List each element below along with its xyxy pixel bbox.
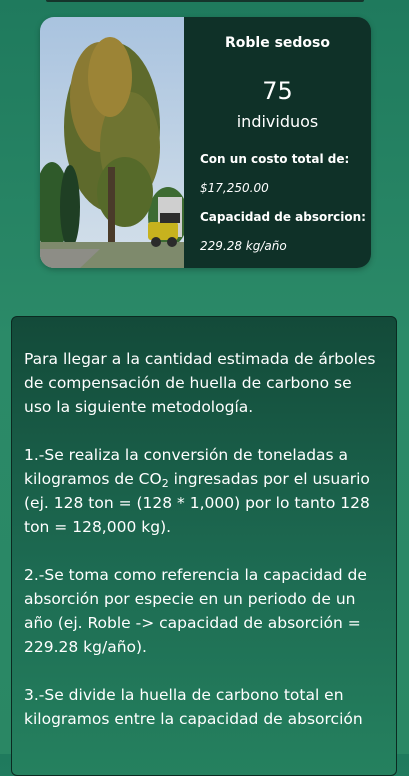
species-name: Roble sedoso: [224, 35, 330, 51]
methodology-step-2: 2.-Se toma como referencia la capacidad …: [24, 566, 367, 656]
tree-count-unit: individuos: [236, 112, 319, 131]
methodology-step-3: 3.-Se divide la huella de carbono total …: [24, 686, 363, 728]
cost-label: Con un costo total de:: [200, 152, 350, 166]
tree-count: 75: [262, 77, 293, 105]
tree-photo: [40, 17, 184, 268]
methodology-intro: Para llegar a la cantidad estimada de ár…: [24, 350, 376, 416]
absorption-label: Capacidad de absorcion:: [200, 210, 366, 224]
methodology-step-1: 1.-Se realiza la conversión de toneladas…: [24, 443, 382, 539]
cost-value: $17,250.00: [200, 181, 269, 195]
methodology-panel: Para llegar a la cantidad estimada de ár…: [11, 316, 397, 776]
previous-card-edge: [46, 0, 364, 2]
co2-subscript: 2: [161, 477, 169, 490]
absorption-value: 229.28 kg/año: [200, 239, 287, 253]
tree-result-card: Roble sedoso 75 individuos Con un costo …: [40, 17, 371, 268]
tree-info-panel: Roble sedoso 75 individuos Con un costo …: [184, 17, 371, 268]
